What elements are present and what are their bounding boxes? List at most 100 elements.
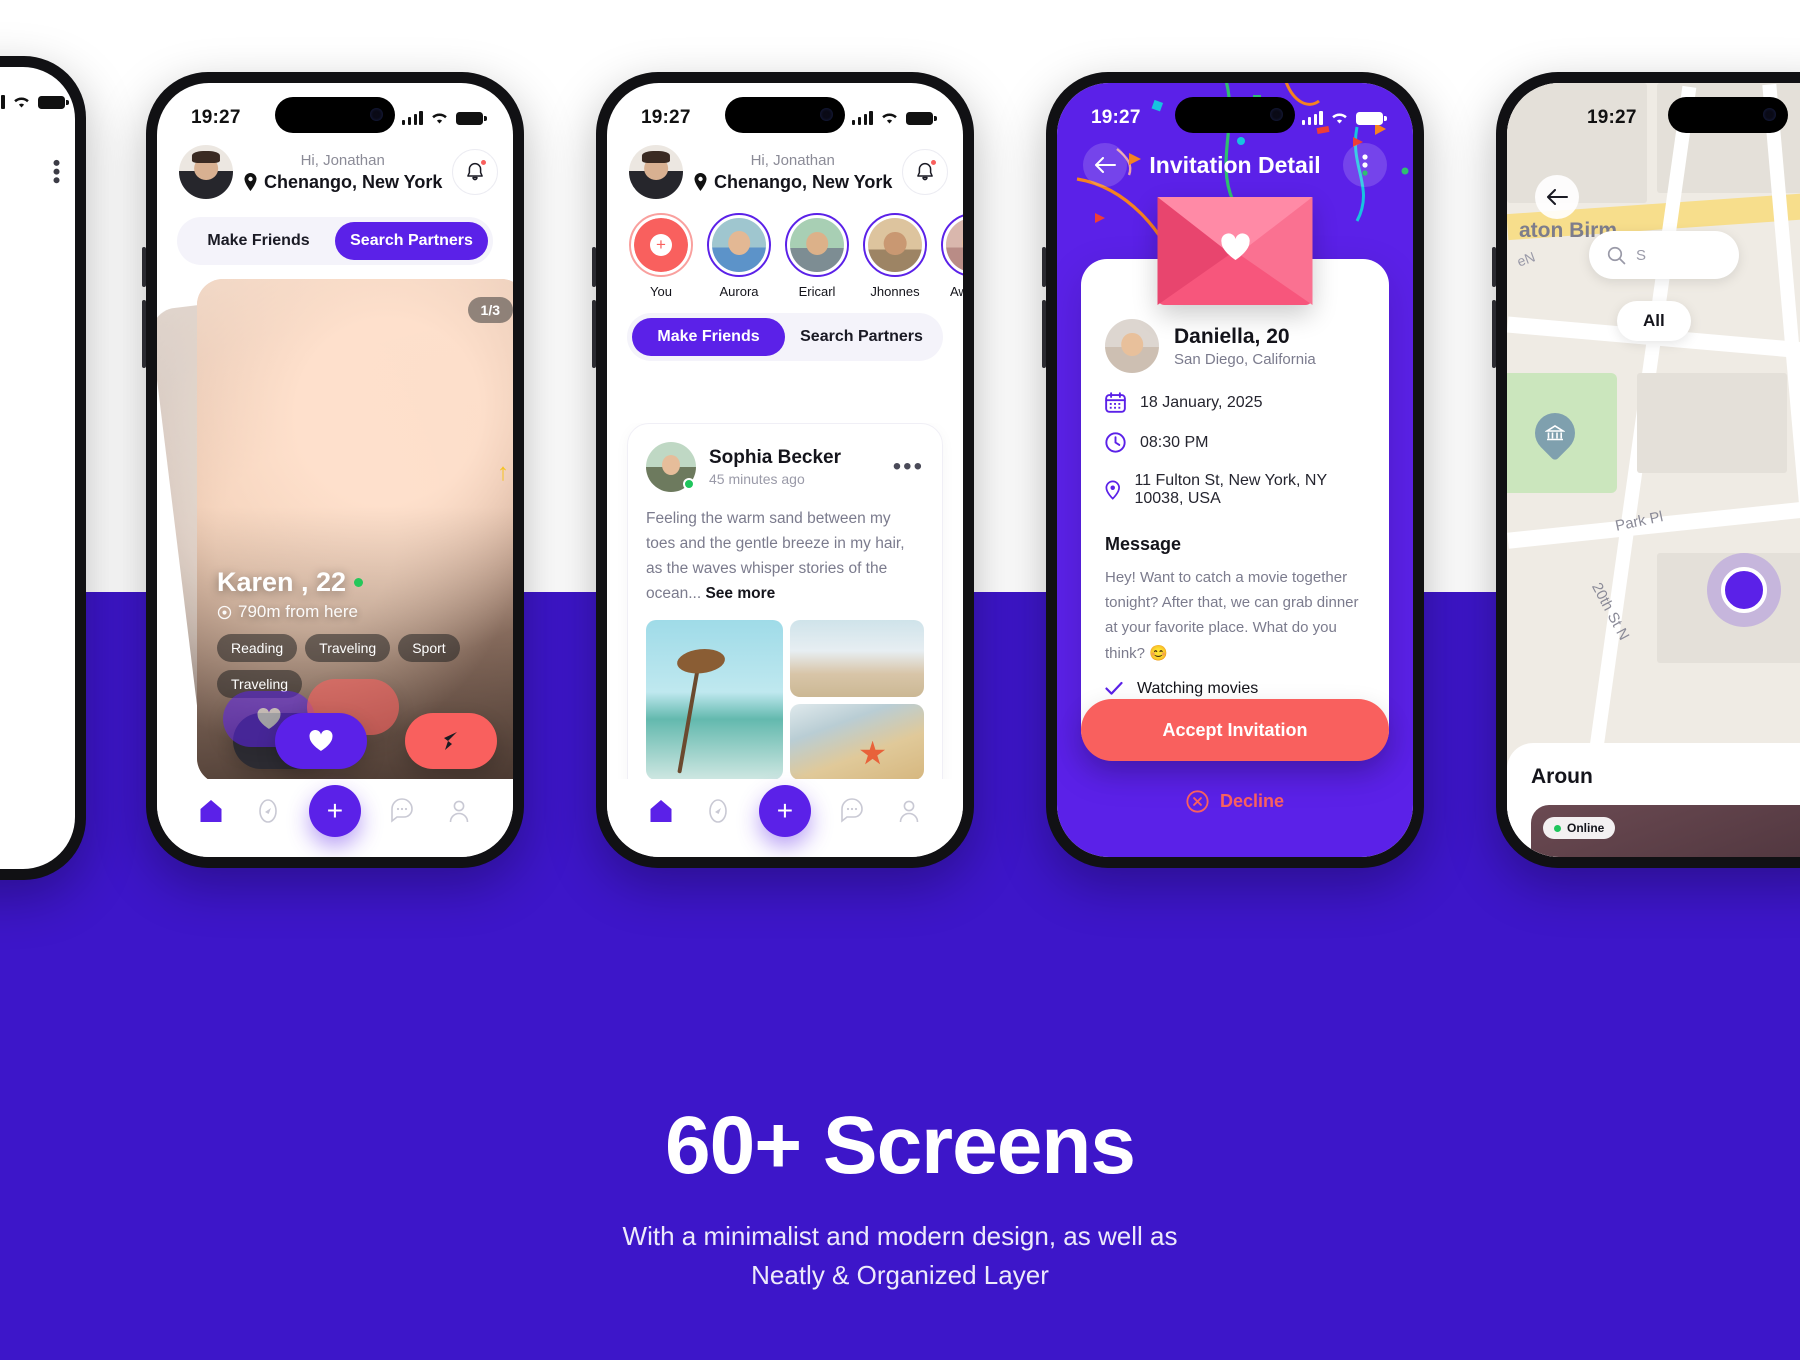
invitation-person[interactable]: Daniella, 20 San Diego, California [1105, 319, 1365, 373]
post-menu-icon[interactable]: ••• [893, 455, 924, 479]
stories-rail[interactable]: + You Aurora Ericarl Jhonnes Awkar [607, 199, 963, 299]
dots-vertical-icon [1362, 154, 1368, 176]
decline-invitation-button[interactable]: Decline [1057, 790, 1413, 813]
online-label: Online [1567, 821, 1605, 835]
nav-chat-2[interactable] [837, 796, 867, 826]
story-label: You [650, 284, 672, 299]
wifi-icon [882, 112, 897, 123]
map-bottom-sheet[interactable]: Aroun Online Lis 16k [1507, 743, 1800, 857]
nav-profile-1[interactable] [444, 796, 474, 826]
tag-chip[interactable]: Traveling [305, 634, 391, 662]
volume-up-button[interactable] [142, 247, 146, 287]
post-image-picnic[interactable] [789, 620, 924, 697]
map-screen[interactable]: aton Birm eN Park Pl 20th St N 19:27 S A… [1507, 83, 1800, 857]
nav-profile-2[interactable] [894, 796, 924, 826]
volume-up-button[interactable] [592, 247, 596, 287]
nav-home-2[interactable] [646, 796, 676, 826]
nav-home-1[interactable] [196, 796, 226, 826]
phone-mockup-feed: 19:27 Hi, Jonathan Chenango, New York + … [592, 72, 974, 868]
bottom-nav-1: + [157, 779, 513, 857]
signal-icon [1301, 110, 1323, 125]
status-time-2: 19:27 [641, 107, 691, 128]
detail-address: 11 Fulton St, New York, NY 10038, USA [1134, 472, 1327, 507]
map-search-field[interactable]: S [1589, 231, 1739, 279]
location-row-1[interactable]: Chenango, New York [243, 172, 442, 193]
compass-icon [258, 799, 277, 823]
story-item[interactable]: Aurora [707, 213, 771, 299]
post-image-grid[interactable] [646, 620, 924, 779]
avatar-post-author[interactable] [646, 442, 696, 492]
detail-time: 08:30 PM [1140, 433, 1209, 451]
promo-canvas: ••• ncsem 19:27 Hi, Jonathan [0, 0, 1800, 1360]
status-time-4: 19:27 [1587, 107, 1637, 128]
notifications-button-2[interactable] [902, 149, 949, 195]
back-button-4[interactable] [1535, 175, 1579, 219]
nearby-user-card[interactable]: Online Lis 16k [1531, 805, 1800, 857]
nav-chat-1[interactable] [387, 796, 417, 826]
pass-button[interactable] [405, 713, 497, 769]
post-image-starfish[interactable] [789, 703, 924, 779]
volume-up-button[interactable] [1042, 247, 1046, 287]
post-author-name: Sophia Becker [709, 447, 841, 468]
phone-mockup-invitation: 19:27 Invitation Detail Daniella, 20 San… [1042, 72, 1424, 868]
checklist-item: Watching movies [1105, 680, 1365, 698]
checklist-label: Watching movies [1137, 679, 1259, 697]
volume-down-button[interactable] [592, 300, 596, 368]
online-dot [354, 578, 364, 587]
more-options-button-3[interactable] [1343, 143, 1387, 187]
like-button[interactable] [275, 713, 367, 769]
create-post-button-1[interactable]: + [308, 785, 361, 837]
close-circle-icon [1186, 790, 1209, 813]
avatar-user[interactable] [179, 145, 233, 199]
location-row-2[interactable]: Chenango, New York [693, 172, 892, 193]
map-user-location[interactable] [1707, 553, 1781, 627]
story-item[interactable]: Ericarl [785, 213, 849, 299]
boost-arrow-icon: ↑ [497, 459, 509, 486]
distance-icon [217, 605, 232, 619]
accept-invitation-button[interactable]: Accept Invitation [1081, 699, 1389, 761]
volume-up-button[interactable] [1492, 247, 1496, 287]
greeting-text-1: Hi, Jonathan [300, 151, 385, 169]
story-item[interactable]: Jhonnes [863, 213, 927, 299]
mode-segmented-control-2[interactable]: Make Friends Search Partners [627, 313, 943, 361]
pass-icon [444, 732, 457, 750]
overflow-menu-icon-0[interactable]: ••• [44, 159, 69, 185]
subheadline: With a minimalist and modern design, as … [0, 1217, 1800, 1295]
promo-caption: 60+ Screens With a minimalist and modern… [0, 1105, 1800, 1295]
story-item[interactable]: Awkarin [941, 213, 963, 299]
see-more-link[interactable]: See more [705, 585, 775, 602]
map-label-street-1: eN [1514, 248, 1538, 270]
dynamic-island [1175, 97, 1295, 133]
arrow-left-icon [1547, 189, 1568, 205]
phone-mockup-far-left: ••• ncsem [0, 56, 86, 880]
volume-down-button[interactable] [142, 300, 146, 368]
message-heading: Message [1105, 534, 1182, 554]
tab-make-friends-2[interactable]: Make Friends [632, 318, 785, 356]
bank-icon [1545, 425, 1565, 441]
volume-down-button[interactable] [1042, 300, 1046, 368]
back-button-3[interactable] [1083, 143, 1127, 187]
mode-segmented-control-1[interactable]: Make Friends Search Partners [177, 217, 493, 265]
feed-post[interactable]: Sophia Becker 45 minutes ago ••• Feeling… [627, 423, 943, 779]
inviter-city: San Diego, California [1174, 350, 1316, 368]
volume-down-button[interactable] [1492, 300, 1496, 368]
tag-chip[interactable]: Sport [398, 634, 460, 662]
status-bar-0 [0, 67, 75, 123]
story-add-yours[interactable]: + You [629, 213, 693, 299]
avatar-inviter[interactable] [1105, 319, 1159, 373]
create-post-button-2[interactable]: + [758, 785, 811, 837]
card-name-age: Karen , 22 [217, 567, 347, 597]
tab-search-partners-2[interactable]: Search Partners [785, 318, 938, 356]
feed-list[interactable]: Sophia Becker 45 minutes ago ••• Feeling… [607, 423, 963, 779]
dynamic-island [1667, 97, 1788, 133]
map-filter-all[interactable]: All [1617, 301, 1691, 341]
tab-search-partners-1[interactable]: Search Partners [335, 222, 488, 260]
invitation-toolbar: Invitation Detail [1057, 143, 1413, 187]
nav-explore-2[interactable] [703, 796, 733, 826]
avatar-user[interactable] [629, 145, 683, 199]
nav-explore-1[interactable] [253, 796, 283, 826]
notifications-button-1[interactable] [452, 149, 499, 195]
post-image-palm[interactable] [646, 620, 783, 779]
tab-make-friends-1[interactable]: Make Friends [182, 222, 335, 260]
tag-chip[interactable]: Reading [217, 634, 298, 662]
